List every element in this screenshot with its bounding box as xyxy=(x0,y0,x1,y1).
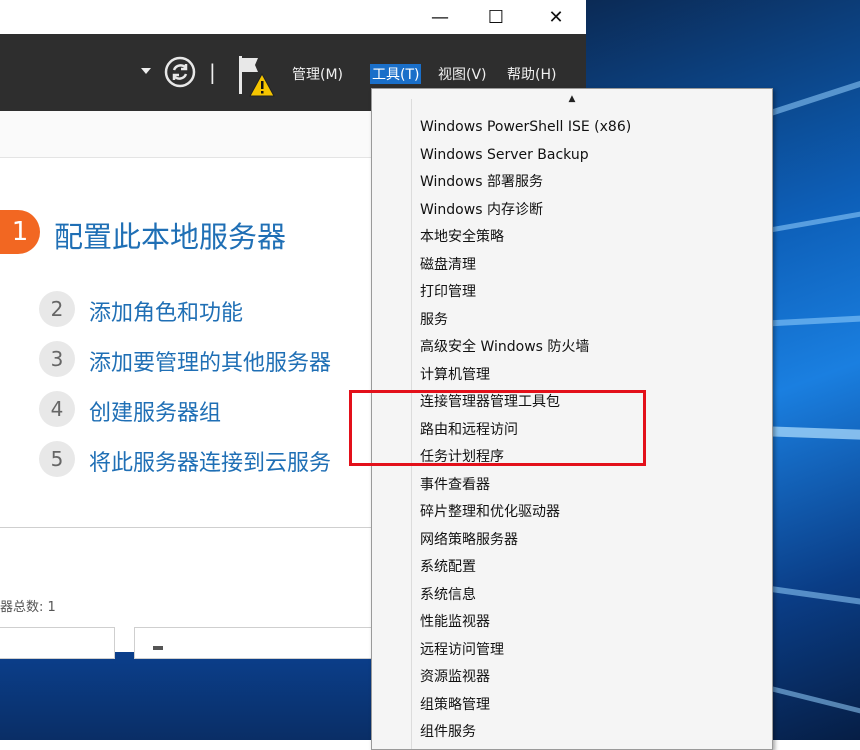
menu-view[interactable]: 视图(V) xyxy=(438,64,487,84)
menu-item[interactable]: 系统信息 xyxy=(420,582,476,608)
close-button[interactable]: ✕ xyxy=(526,0,586,34)
step-number: 4 xyxy=(39,391,75,427)
menu-item[interactable]: Windows PowerShell ISE (x86) xyxy=(420,114,631,140)
title-bar: — ☐ ✕ xyxy=(0,0,586,34)
server-count-label: 器总数: 1 xyxy=(0,600,56,615)
menu-item[interactable]: 事件查看器 xyxy=(420,472,490,498)
menu-manage[interactable]: 管理(M) xyxy=(292,64,343,84)
menu-help[interactable]: 帮助(H) xyxy=(507,64,556,84)
menu-item[interactable]: 远程访问管理 xyxy=(420,637,504,663)
step-number: 3 xyxy=(39,341,75,377)
roles-tile[interactable] xyxy=(0,627,115,659)
maximize-button[interactable]: ☐ xyxy=(466,0,526,34)
menu-item[interactable]: 高级安全 Windows 防火墙 xyxy=(420,334,589,360)
refresh-icon[interactable] xyxy=(164,56,196,92)
configure-local-server-link[interactable]: 配置此本地服务器 xyxy=(54,214,286,256)
menu-item[interactable]: 磁盘清理 xyxy=(420,252,476,278)
annotation-highlight-box xyxy=(349,390,646,466)
menu-item[interactable]: 网络策略服务器 xyxy=(420,527,518,553)
menu-item[interactable]: 资源监视器 xyxy=(420,664,490,690)
menu-item[interactable]: 性能监视器 xyxy=(420,609,490,635)
desktop-wallpaper-bottom xyxy=(0,652,372,740)
menu-item[interactable]: 碎片整理和优化驱动器 xyxy=(420,499,560,525)
create-server-group-link[interactable]: 创建服务器组 xyxy=(89,395,221,427)
notifications-flag-icon[interactable] xyxy=(236,54,278,104)
minimize-button[interactable]: — xyxy=(410,0,470,34)
step-number-primary: 1 xyxy=(0,210,40,254)
add-roles-features-link[interactable]: 添加角色和功能 xyxy=(89,295,243,327)
step-number: 5 xyxy=(39,441,75,477)
toolbar-separator: | xyxy=(209,60,216,84)
menu-item[interactable]: 服务 xyxy=(420,307,448,333)
menu-item[interactable]: Windows 部署服务 xyxy=(420,169,543,195)
menu-item[interactable]: 组件服务 xyxy=(420,719,476,745)
menu-item[interactable]: 打印管理 xyxy=(420,279,476,305)
connect-cloud-link[interactable]: 将此服务器连接到云服务 xyxy=(89,445,331,477)
menu-item[interactable]: 系统配置 xyxy=(420,554,476,580)
scroll-up-arrow-icon[interactable]: ▲ xyxy=(562,93,582,105)
menu-item[interactable]: 本地安全策略 xyxy=(420,224,504,250)
tile-header-bar xyxy=(153,646,163,650)
add-servers-link[interactable]: 添加要管理的其他服务器 xyxy=(89,345,331,377)
menu-item[interactable]: 计算机管理 xyxy=(420,362,490,388)
menu-item[interactable]: Windows Server Backup xyxy=(420,142,589,168)
dropdown-arrow-icon[interactable] xyxy=(141,68,151,74)
menu-item[interactable]: Windows 内存诊断 xyxy=(420,197,543,223)
menu-item[interactable]: 组策略管理 xyxy=(420,692,490,718)
server-group-tile[interactable] xyxy=(134,627,376,659)
menu-tools[interactable]: 工具(T) xyxy=(370,64,422,84)
step-number: 2 xyxy=(39,291,75,327)
section-divider xyxy=(0,527,372,528)
